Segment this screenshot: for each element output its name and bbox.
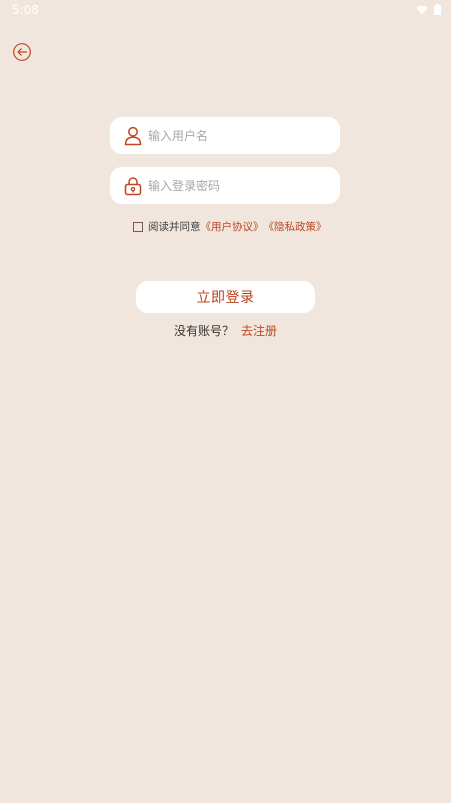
register-row: 没有账号？ 去注册 (0, 323, 451, 339)
user-agreement-link[interactable]: 《用户协议》 (201, 220, 264, 234)
status-icons (416, 4, 441, 15)
agreement-row: 阅读并同意 《用户协议》 《隐私政策》 (133, 220, 327, 234)
privacy-policy-link[interactable]: 《隐私政策》 (264, 220, 327, 234)
register-prompt: 没有账号？ (173, 324, 234, 338)
status-bar: 5:08 (0, 0, 451, 20)
battery-icon (434, 4, 441, 15)
status-time: 5:08 (12, 3, 39, 17)
agreement-prefix: 阅读并同意 (148, 221, 201, 233)
lock-icon (124, 176, 142, 196)
back-button[interactable] (12, 42, 32, 62)
user-icon (124, 126, 142, 146)
username-input[interactable] (148, 128, 328, 143)
password-field[interactable] (110, 167, 340, 204)
wifi-icon (416, 5, 428, 14)
agreement-checkbox[interactable] (133, 222, 143, 232)
back-arrow-icon (13, 43, 31, 61)
username-field[interactable] (110, 117, 340, 154)
password-input[interactable] (148, 178, 328, 193)
register-link[interactable]: 去注册 (241, 323, 277, 339)
login-button[interactable]: 立即登录 (136, 281, 315, 313)
